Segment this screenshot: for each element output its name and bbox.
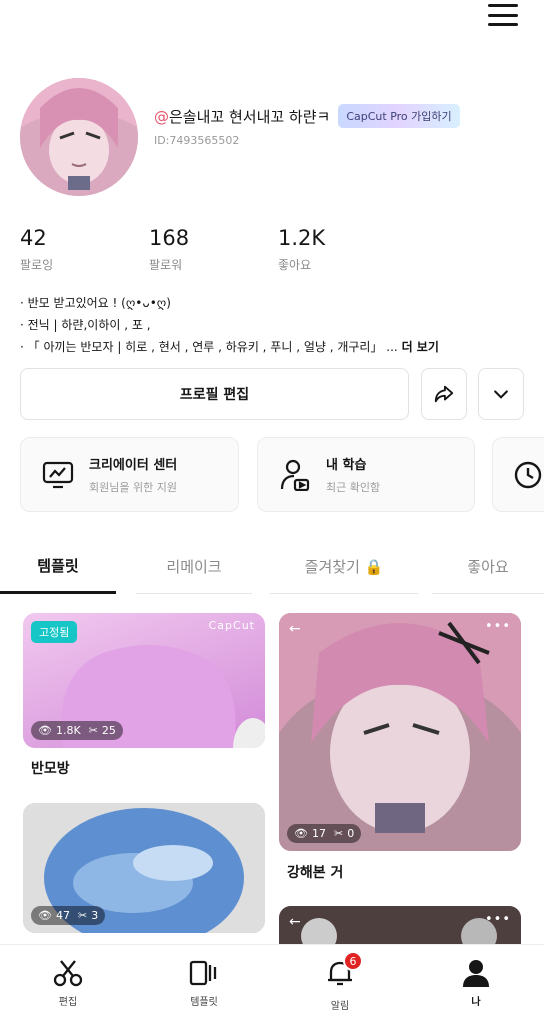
stat-followers[interactable]: 168 팔로워 [149,226,278,273]
stat-value: 1.2K [278,226,326,250]
views-count: 47 [55,909,70,922]
tab-favorites[interactable]: 즐겨찾기 🔒 [270,540,418,594]
card-subtitle: 최근 확인함 [326,481,381,494]
my-learning-card[interactable]: 내 학습 최근 확인함 [257,437,475,512]
chevron-down-icon [494,390,508,399]
template-icon [189,960,217,986]
pinned-badge: 고정됨 [31,621,78,643]
stat-value: 168 [149,226,190,250]
template-thumbnail [279,613,521,851]
template-tile[interactable]: 👁 47 ✂ 3 [23,803,265,933]
nav-templates[interactable]: 템플릿 [164,959,244,1008]
person-play-icon [278,458,312,492]
bio-line: · 「 아끼는 반모자 | 히로 , 현서 , 연루 , 하유키 , 푸니 , … [20,336,439,358]
profile-name-text: 은솔내꼬 현서내꼬 하랸ㅋ [169,107,331,126]
tab-remake[interactable]: 리메이크 [136,540,252,594]
stat-label: 좋아요 [278,258,312,272]
nav-label: 편집 [58,997,78,1008]
bio-line: · 전닉 | 하랸,이하이 , 포 , [20,318,151,332]
menu-icon[interactable] [488,4,518,26]
eye-icon: 👁 [38,724,52,737]
bio-line: · 반모 받고있어요 ! (ღ•ᴗ•ღ) [20,296,171,310]
card-title: 내 학습 [326,458,367,473]
share-arrow-icon [434,385,454,403]
template-title: 강해본 거 [287,865,344,881]
person-icon [463,960,489,987]
edit-profile-button[interactable]: 프로필 편집 [20,368,409,420]
tile-stats: 👁 1.8K ✂ 25 [31,721,123,740]
back-arrow-icon: ← [289,621,301,637]
more-options-icon[interactable]: ••• [485,619,511,634]
nav-label: 알림 [330,1001,350,1012]
stat-label: 팔로잉 [20,258,54,272]
bio: · 반모 받고있어요 ! (ღ•ᴗ•ღ) · 전닉 | 하랸,이하이 , 포 ,… [20,292,439,358]
expand-button[interactable] [478,368,524,420]
content-tabs: 템플릿 리메이크 즐겨찾기 🔒 좋아요 [0,540,544,596]
tab-templates[interactable]: 템플릿 [0,540,116,594]
tile-stats: 👁 47 ✂ 3 [31,906,106,925]
uses-count: 3 [91,909,99,922]
template-tile[interactable]: ← ••• 👁 17 ✂ 0 [279,613,521,851]
eye-icon: 👁 [294,827,308,840]
uses-count: 0 [347,827,355,840]
bio-line-text: · 「 아끼는 반모자 | 히로 , 현서 , 연루 , 하유키 , 푸니 , … [20,340,398,354]
eye-icon: 👁 [38,909,52,922]
stat-label: 팔로워 [149,258,183,272]
scissors-icon: ✂ [88,724,98,737]
stat-following[interactable]: 42 팔로잉 [20,226,149,273]
nav-label: 나 [471,997,481,1008]
stat-value: 42 [20,226,47,250]
card-title: 크리에이터 센터 [89,458,178,473]
tile-stats: 👁 17 ✂ 0 [287,824,362,843]
views-count: 1.8K [55,724,81,737]
more-options-icon[interactable]: ••• [485,912,511,927]
uses-count: 25 [101,724,116,737]
share-button[interactable] [421,368,467,420]
profile-name: @은솔내꼬 현서내꼬 하랸ㅋ [154,106,330,127]
user-id: ID:7493565502 [154,134,240,147]
more-link[interactable]: 더 보기 [402,340,439,354]
back-arrow-icon: ← [289,914,301,930]
nav-notifications[interactable]: 6 알림 [300,951,380,1012]
nav-edit[interactable]: 편집 [28,959,108,1008]
history-card[interactable] [492,437,544,512]
nav-me[interactable]: 나 [436,959,516,1008]
creator-center-card[interactable]: 크리에이터 센터 회원님을 위한 지원 [20,437,239,512]
capcut-pro-badge[interactable]: CapCut Pro 가입하기 [338,104,460,128]
template-title: 반모방 [31,761,70,777]
scissors-icon: ✂ [333,827,344,840]
template-tile[interactable]: 고정됨 CapCut 👁 1.8K ✂ 25 [23,613,265,748]
scissors-icon [53,960,83,987]
nav-label: 템플릿 [190,997,218,1008]
tab-likes[interactable]: 좋아요 [432,540,544,594]
stat-likes[interactable]: 1.2K 좋아요 [278,226,407,273]
clock-icon [513,458,543,492]
watermark: CapCut [208,619,255,632]
monitor-chart-icon [41,458,75,492]
views-count: 17 [311,827,326,840]
scissors-icon: ✂ [77,909,88,922]
bottom-nav: 편집 템플릿 6 알림 나 [0,944,544,1028]
card-subtitle: 회원님을 위한 지원 [89,481,177,494]
notification-count-badge: 6 [343,951,363,971]
at-symbol: @ [154,107,169,126]
avatar[interactable] [20,78,138,196]
